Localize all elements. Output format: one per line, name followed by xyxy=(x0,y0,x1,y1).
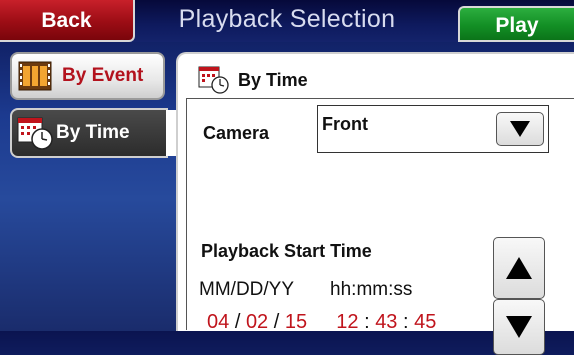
decrement-button[interactable] xyxy=(493,299,545,355)
back-button[interactable]: Back xyxy=(0,0,135,42)
date-separator: / xyxy=(273,311,280,333)
format-year: YY xyxy=(268,279,295,300)
calendar-clock-icon xyxy=(16,116,54,150)
triangle-down-icon xyxy=(509,120,531,138)
camera-dropdown-button[interactable] xyxy=(496,112,544,146)
format-second: ss xyxy=(393,279,413,300)
date-separator: / xyxy=(234,311,241,333)
settings-area: Camera Front Playback Start Time MM/DD/Y… xyxy=(186,98,574,355)
tab-by-event-label: By Event xyxy=(62,65,144,86)
month-value[interactable]: 04 xyxy=(207,311,229,333)
camera-select[interactable]: Front xyxy=(317,105,549,153)
hour-value[interactable]: 12 xyxy=(336,311,358,333)
panel-header: By Time xyxy=(198,66,308,94)
tab-by-event[interactable]: By Event xyxy=(10,52,165,100)
triangle-down-icon xyxy=(505,315,533,339)
film-icon xyxy=(18,60,52,92)
minute-value[interactable]: 43 xyxy=(375,311,397,333)
main-panel: By Time Camera Front Playback Start Time… xyxy=(176,52,574,355)
calendar-clock-icon xyxy=(198,66,230,94)
format-hour: hh xyxy=(330,279,352,300)
camera-value: Front xyxy=(322,114,368,134)
tab-by-time-label: By Time xyxy=(56,122,130,143)
day-value[interactable]: 02 xyxy=(246,311,268,333)
triangle-up-icon xyxy=(505,256,533,280)
increment-button[interactable] xyxy=(493,237,545,299)
time-separator: : xyxy=(364,311,370,333)
play-button[interactable]: Play xyxy=(458,6,574,42)
time-format-row: MM/DD/YY hh:mm:ss xyxy=(199,279,412,301)
time-separator: : xyxy=(403,311,409,333)
format-month: MM xyxy=(199,279,231,300)
panel-title: By Time xyxy=(238,69,308,90)
tab-by-time[interactable]: By Time xyxy=(10,108,168,158)
camera-label: Camera xyxy=(203,123,270,143)
start-time-label: Playback Start Time xyxy=(201,241,372,261)
second-value[interactable]: 45 xyxy=(414,311,436,333)
year-value[interactable]: 15 xyxy=(285,311,307,333)
format-minute: mm xyxy=(356,279,389,300)
format-day: DD xyxy=(235,279,264,300)
page-title: Playback Selection xyxy=(178,5,396,33)
